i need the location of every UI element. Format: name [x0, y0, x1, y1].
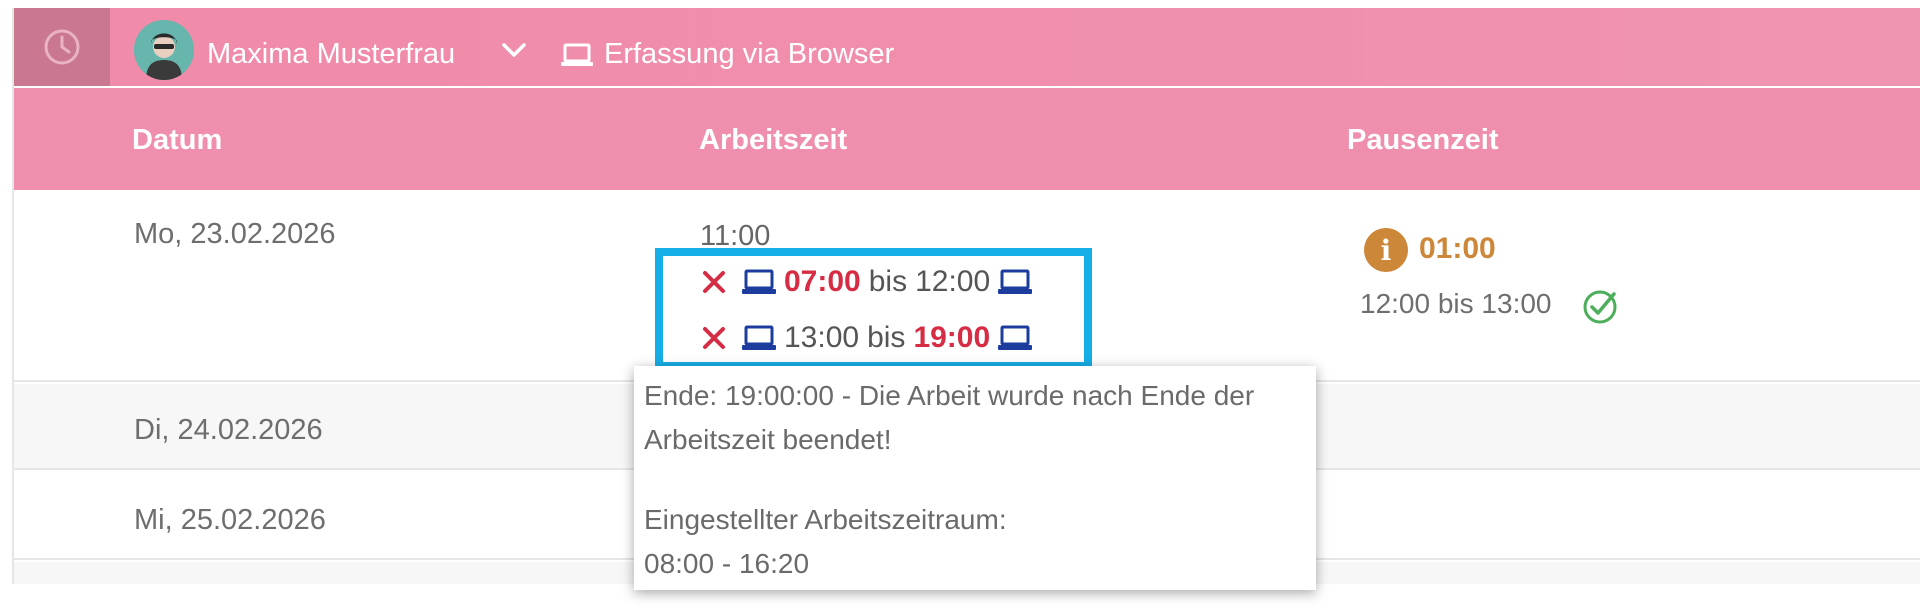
column-header-work-time[interactable]: Arbeitszeit	[699, 124, 847, 157]
column-header-date[interactable]: Datum	[132, 124, 222, 157]
row-date: Di, 24.02.2026	[134, 414, 323, 446]
segment-start-time: 07:00	[784, 265, 861, 298]
violation-tooltip: Ende: 19:00:00 - Die Arbeit wurde nach E…	[634, 366, 1316, 590]
time-tracking-card: Maxima Musterfrau Erfassung via Browser …	[12, 8, 1920, 590]
clock-button[interactable]	[14, 8, 110, 86]
work-segment[interactable]: 07:00 bis 12:00	[699, 264, 1040, 300]
work-segment[interactable]: 13:00 bis 19:00	[699, 320, 1040, 356]
segment-end-time: 19:00	[913, 321, 991, 354]
tooltip-line: Arbeitszeit beendet!	[644, 424, 892, 455]
segment-separator: bis	[868, 265, 908, 298]
table-header: Datum Arbeitszeit Pausenzeit	[14, 88, 1920, 190]
row-date: Mi, 25.02.2026	[134, 504, 326, 536]
user-name[interactable]: Maxima Musterfrau	[207, 38, 455, 71]
segment-end-time: 12:00	[915, 265, 991, 298]
tooltip-line: Ende: 19:00:00 - Die Arbeit wurde nach E…	[644, 380, 1255, 411]
laptop-icon	[742, 269, 776, 294]
row-date: Mo, 23.02.2026	[134, 218, 336, 250]
laptop-icon	[998, 325, 1033, 350]
x-mark-icon	[703, 327, 725, 349]
column-header-break-time[interactable]: Pausenzeit	[1347, 124, 1499, 157]
table-row[interactable]: Mo, 23.02.2026 11:00 07:00 bis 12:00 13:…	[14, 190, 1920, 382]
check-circle-icon	[1583, 290, 1617, 324]
laptop-icon	[561, 43, 593, 66]
segment-separator: bis	[867, 321, 906, 354]
tooltip-line: 08:00 - 16:20	[644, 548, 810, 579]
capture-mode-label: Erfassung via Browser	[604, 38, 895, 70]
tooltip-line: Eingestellter Arbeitszeitraum:	[644, 504, 1007, 535]
info-icon[interactable]: i	[1364, 228, 1408, 272]
chevron-down-icon[interactable]	[500, 40, 528, 62]
segment-start-time: 13:00	[784, 321, 860, 354]
pause-span: 12:00 bis 13:00	[1360, 288, 1552, 319]
pause-duration: 01:00	[1419, 232, 1496, 265]
laptop-icon	[742, 325, 776, 350]
top-bar: Maxima Musterfrau Erfassung via Browser	[14, 8, 1920, 86]
clock-icon	[44, 29, 80, 65]
avatar[interactable]	[134, 20, 194, 80]
laptop-icon	[998, 269, 1033, 294]
x-mark-icon	[703, 271, 725, 293]
